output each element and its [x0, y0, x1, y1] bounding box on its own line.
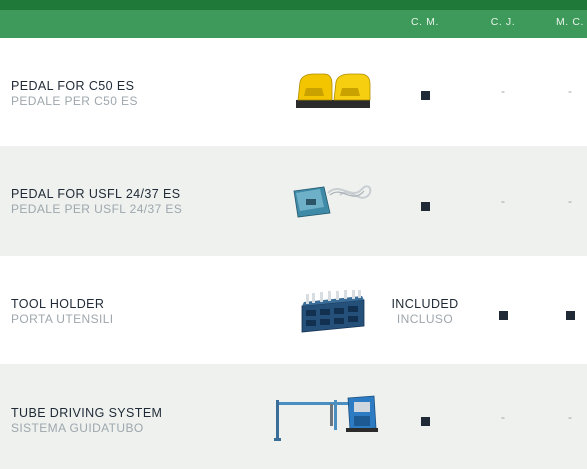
mc-mark: - — [568, 410, 572, 424]
column-header-cj: C. J. — [490, 16, 516, 28]
item-name-it: PEDALE PER USFL 24/37 ES — [11, 202, 183, 216]
cm-mark — [420, 413, 430, 426]
item-name-en: PEDAL FOR USFL 24/37 ES — [11, 187, 181, 201]
row-label: TOOL HOLDER PORTA UTENSILI — [11, 297, 114, 326]
table-row: TUBE DRIVING SYSTEM SISTEMA GUIDATUBO - … — [0, 364, 587, 469]
included-en: INCLUDED — [391, 297, 459, 311]
row-label: PEDAL FOR C50 ES PEDALE PER C50 ES — [11, 79, 138, 108]
item-name-it: SISTEMA GUIDATUBO — [11, 421, 144, 435]
item-name-en: PEDAL FOR C50 ES — [11, 79, 135, 93]
blue-pedal-image — [290, 179, 376, 224]
cm-mark — [420, 198, 430, 211]
mc-mark: - — [568, 194, 572, 208]
tool-holder-image — [300, 290, 366, 339]
mc-mark: - — [568, 84, 572, 98]
column-header-mc: M. C. — [555, 16, 585, 28]
cj-mark: - — [501, 410, 505, 424]
included-it: INCLUSO — [396, 312, 454, 326]
column-header-cm: C. M. — [410, 16, 440, 28]
item-name-en: TUBE DRIVING SYSTEM — [11, 406, 163, 420]
row-label: PEDAL FOR USFL 24/37 ES PEDALE PER USFL … — [11, 187, 182, 216]
cj-mark — [498, 307, 508, 320]
mc-mark — [565, 307, 575, 320]
item-name-it: PEDALE PER C50 ES — [11, 94, 138, 108]
item-name-it: PORTA UTENSILI — [11, 312, 114, 326]
item-name-en: TOOL HOLDER — [11, 297, 105, 311]
yellow-pedal-image — [294, 72, 374, 115]
cj-mark: - — [501, 84, 505, 98]
tube-driving-system-image — [270, 394, 380, 449]
cm-included: INCLUDED INCLUSO — [380, 297, 470, 326]
table-row: PEDAL FOR C50 ES PEDALE PER C50 ES - - — [0, 38, 587, 146]
table-row: TOOL HOLDER PORTA UTENSILI INCLUDED INCL… — [0, 256, 587, 364]
header-top-strip — [0, 0, 587, 10]
cm-mark — [420, 87, 430, 100]
cj-mark: - — [501, 194, 505, 208]
table-row: PEDAL FOR USFL 24/37 ES PEDALE PER USFL … — [0, 146, 587, 256]
row-label: TUBE DRIVING SYSTEM SISTEMA GUIDATUBO — [11, 406, 162, 435]
